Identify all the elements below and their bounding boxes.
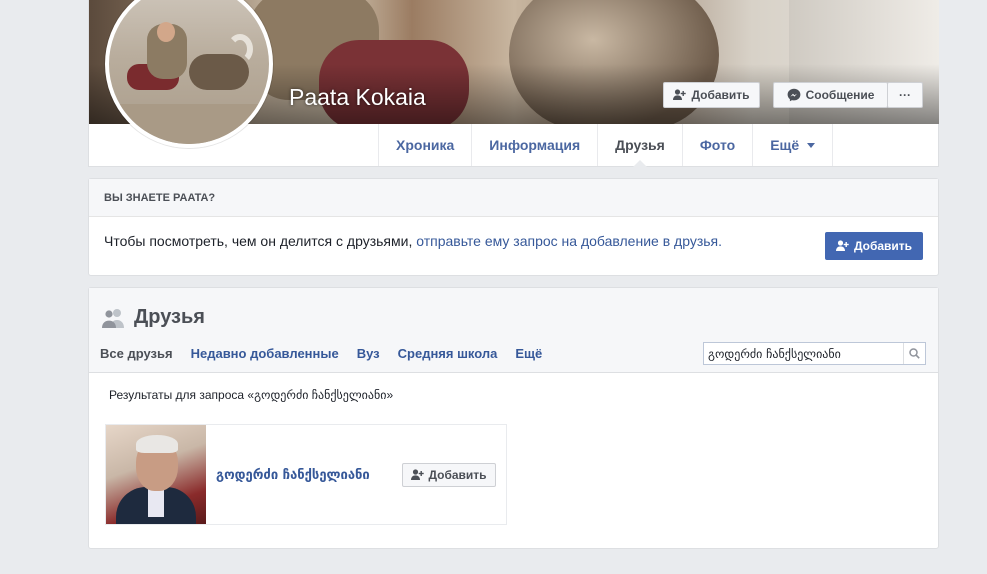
- friends-header: Друзья Все друзья Недавно добавленные Ву…: [89, 288, 938, 373]
- friends-icon: [102, 308, 126, 328]
- search-results-caption: Результаты для запроса «გოდერძი ჩანქსელი…: [109, 388, 394, 402]
- do-you-know-card: ВЫ ЗНАЕТЕ PAATA? Чтобы посмотреть, чем о…: [88, 178, 939, 276]
- search-button[interactable]: [903, 343, 925, 364]
- add-friend-icon: [673, 89, 687, 101]
- profile-name[interactable]: Paata Kokaia: [289, 84, 426, 111]
- profile-avatar[interactable]: [105, 0, 273, 148]
- friends-tab-recent[interactable]: Недавно добавленные: [191, 346, 339, 361]
- tab-timeline[interactable]: Хроника: [379, 124, 473, 166]
- add-friend-primary-button[interactable]: Добавить: [825, 232, 923, 260]
- friend-name-link[interactable]: გოდერძი ჩანქსელიანი: [216, 468, 370, 483]
- friends-tab-university[interactable]: Вуз: [357, 346, 380, 361]
- friends-section: Друзья Все друзья Недавно добавленные Ву…: [88, 287, 939, 549]
- friends-search-input[interactable]: [704, 343, 903, 364]
- friends-tab-highschool[interactable]: Средняя школа: [398, 346, 498, 361]
- friend-avatar[interactable]: [106, 425, 206, 524]
- send-request-link[interactable]: отправьте ему запрос на добавление в дру…: [416, 233, 722, 249]
- search-icon: [909, 348, 920, 359]
- more-options-button[interactable]: ···: [887, 82, 923, 108]
- more-dots-icon: ···: [899, 88, 911, 102]
- friend-result-card: გოდერძი ჩანქსელიანი Добавить: [105, 424, 507, 525]
- friend-add-button[interactable]: Добавить: [402, 463, 496, 487]
- friends-tab-more[interactable]: Ещё: [515, 346, 542, 361]
- tab-about[interactable]: Информация: [472, 124, 599, 166]
- profile-tabs: Хроника Информация Друзья Фото Ещё: [378, 124, 834, 167]
- tab-photos[interactable]: Фото: [683, 124, 754, 166]
- caret-down-icon: [807, 142, 816, 148]
- friends-tab-all[interactable]: Все друзья: [100, 346, 173, 361]
- do-you-know-text: Чтобы посмотреть, чем он делится с друзь…: [104, 233, 723, 249]
- add-friend-icon: [411, 469, 425, 481]
- do-you-know-header: ВЫ ЗНАЕТЕ PAATA?: [89, 179, 938, 217]
- message-button[interactable]: Сообщение: [773, 82, 888, 108]
- add-friend-button[interactable]: Добавить: [663, 82, 760, 108]
- messenger-icon: [787, 88, 801, 102]
- add-friend-icon: [835, 240, 849, 252]
- friends-tabs: Все друзья Недавно добавленные Вуз Средн…: [100, 346, 560, 361]
- friends-title: Друзья: [102, 306, 205, 329]
- tab-friends[interactable]: Друзья: [598, 124, 683, 167]
- tab-more[interactable]: Ещё: [753, 124, 834, 166]
- friends-search: [703, 342, 926, 365]
